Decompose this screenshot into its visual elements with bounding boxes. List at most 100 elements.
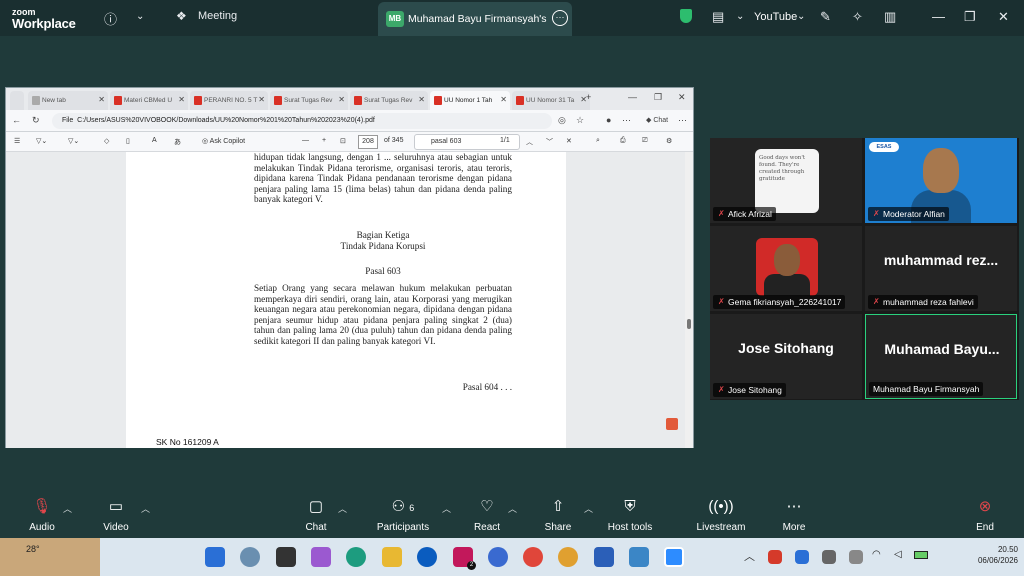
chrome-icon[interactable]	[523, 547, 543, 567]
video-tile-active-speaker[interactable]: Muhamad Bayu... Muhamad Bayu Firmansyah	[865, 314, 1017, 399]
page-number-input[interactable]: 208	[358, 135, 378, 149]
tray-app-icon[interactable]	[849, 550, 863, 564]
participants-button[interactable]: ⚇ 6 Participants	[363, 498, 443, 533]
restore-icon[interactable]: ❐	[654, 92, 662, 103]
browser-tab[interactable]: New tab ✕	[28, 91, 108, 110]
restore-icon[interactable]: ❐	[964, 9, 976, 25]
minimize-icon[interactable]: —	[628, 92, 637, 102]
meeting-label[interactable]: Meeting	[198, 10, 237, 22]
host-tools-button[interactable]: ⛨ Host tools	[590, 498, 670, 533]
back-icon[interactable]: ←	[12, 115, 21, 125]
draw-icon[interactable]: ▽⌄	[68, 137, 79, 145]
copilot-icon[interactable]	[311, 547, 331, 567]
contents-icon[interactable]: ☰	[14, 137, 20, 145]
file-explorer-icon[interactable]	[382, 547, 402, 567]
pen-icon[interactable]: ✎	[820, 9, 831, 25]
chevron-up-icon[interactable]: ︿	[63, 502, 72, 515]
find-close-icon[interactable]: ✕	[566, 137, 572, 145]
info-icon[interactable]: ⓘ	[104, 9, 117, 28]
security-shield-icon[interactable]	[680, 9, 692, 23]
browser-tab-active[interactable]: UU Nomor 1 Tah ✕	[430, 91, 510, 110]
task-view-icon[interactable]	[276, 547, 296, 567]
tray-app-icon[interactable]	[795, 550, 809, 564]
browser-tab[interactable]: Surat Tugas Rev ✕	[270, 91, 348, 110]
browser-tab[interactable]: Materi CBMed U ✕	[110, 91, 188, 110]
scroll-thumb[interactable]	[687, 319, 691, 329]
browser-tab[interactable]: PERANRI NO. 5 T ✕	[190, 91, 268, 110]
find-prev-icon[interactable]: ︿	[526, 137, 533, 147]
chevron-down-icon[interactable]: ⌄	[136, 11, 144, 22]
participant-gallery: Good days won't found. They're created t…	[710, 138, 1019, 400]
tray-chevron-icon[interactable]: ︿	[744, 548, 755, 564]
notes-icon[interactable]: ▤	[712, 9, 724, 25]
more-icon[interactable]: ⋯	[622, 115, 631, 126]
search-icon[interactable]: ⌕	[596, 137, 600, 145]
zoom-taskbar-icon[interactable]	[664, 547, 684, 567]
weather-widget[interactable]: 28°	[0, 538, 100, 576]
tray-app-icon[interactable]	[822, 550, 836, 564]
battery-icon[interactable]	[914, 551, 928, 559]
minimize-icon[interactable]: —	[932, 9, 945, 24]
page-view-icon[interactable]: ▯	[126, 137, 130, 145]
volume-icon[interactable]: ◁	[894, 549, 902, 560]
pdf-viewport[interactable]: hidupan tidak langsung, dengan 1 ... sel…	[6, 152, 693, 448]
sparkle-icon[interactable]: ✧	[852, 9, 863, 25]
settings-icon[interactable]: ⚙	[666, 137, 672, 145]
chevron-down-icon[interactable]: ⌄	[797, 11, 805, 22]
video-tile[interactable]: Jose Sitohang ✗ Jose Sitohang	[710, 314, 862, 399]
print-icon[interactable]: ⎙	[620, 137, 626, 145]
hp-icon[interactable]	[417, 547, 437, 567]
video-tile[interactable]: Good days won't found. They're created t…	[710, 138, 862, 223]
chrome-icon[interactable]	[558, 547, 578, 567]
edge-icon[interactable]	[346, 547, 366, 567]
save-icon[interactable]: ⎚	[642, 137, 648, 145]
new-tab-icon[interactable]: +	[586, 92, 591, 102]
fit-page-icon[interactable]: ⊡	[340, 137, 346, 145]
screen-share-tab[interactable]: MB Muhamad Bayu Firmansyah's scre ···	[378, 2, 572, 36]
read-aloud-icon[interactable]: A	[152, 137, 157, 144]
close-icon[interactable]: ✕	[678, 92, 686, 103]
instagram-icon[interactable]: 2	[453, 547, 476, 570]
zoom-out-icon[interactable]: —	[302, 137, 309, 144]
find-next-icon[interactable]: ﹀	[546, 137, 553, 147]
zoom-in-icon[interactable]: +	[322, 137, 326, 144]
view-layout-icon[interactable]: ▥	[884, 9, 896, 25]
highlight-icon[interactable]: ▽⌄	[36, 137, 47, 145]
address-input[interactable]: File C:/Users/ASUS%20VIVOBOOK/Downloads/…	[52, 113, 552, 129]
close-icon[interactable]: ✕	[998, 9, 1009, 25]
copilot-chat-button[interactable]: ◆ Chat	[646, 116, 668, 124]
favorite-icon[interactable]: ☆	[576, 115, 584, 126]
browser-tab[interactable]: Surat Tugas Rev ✕	[350, 91, 428, 110]
chevron-up-icon[interactable]: ︿	[141, 502, 150, 515]
browser-tab[interactable]: UU Nomor 31 Ta ✕	[512, 91, 590, 110]
end-button[interactable]: ⊗ End	[945, 498, 1024, 533]
scrollbar[interactable]	[685, 152, 693, 448]
tray-app-icon[interactable]	[768, 550, 782, 564]
pdf-icon[interactable]	[666, 418, 678, 430]
ask-copilot-button[interactable]: ◎ Ask Copilot	[202, 137, 245, 145]
refresh-icon[interactable]: ↻	[32, 115, 40, 126]
youtube-label[interactable]: YouTube	[754, 11, 797, 23]
more-button[interactable]: ⋯ More	[754, 498, 834, 533]
read-aloud-icon[interactable]: ◎	[558, 115, 566, 126]
wifi-icon[interactable]: ◠	[872, 549, 881, 560]
more-icon[interactable]: ⋯	[678, 115, 687, 126]
video-tile[interactable]: muhammad rez... ✗ muhammad reza fahlevi	[865, 226, 1017, 311]
tab-actions-icon[interactable]	[10, 91, 24, 110]
search-icon[interactable]	[240, 547, 260, 567]
help-icon[interactable]	[488, 547, 508, 567]
clock[interactable]: 20.50 06/06/2026	[958, 544, 1018, 566]
chevron-down-icon[interactable]: ⌄	[736, 11, 744, 22]
word-icon[interactable]	[594, 547, 614, 567]
eraser-icon[interactable]: ◇	[104, 137, 109, 145]
chevron-up-icon[interactable]: ︿	[508, 502, 517, 515]
chevron-up-icon[interactable]: ︿	[338, 502, 347, 515]
translate-icon[interactable]: あ	[174, 137, 181, 147]
photos-icon[interactable]	[629, 547, 649, 567]
livestream-button[interactable]: ((•)) Livestream	[681, 498, 761, 533]
more-options-icon[interactable]: ···	[552, 10, 568, 26]
video-tile[interactable]: ESAS ✗ Moderator Alfian	[865, 138, 1017, 223]
profile-icon[interactable]: ●	[606, 115, 611, 125]
video-tile[interactable]: ✗ Gema fikriansyah_226241017	[710, 226, 862, 311]
start-icon[interactable]	[205, 547, 225, 567]
